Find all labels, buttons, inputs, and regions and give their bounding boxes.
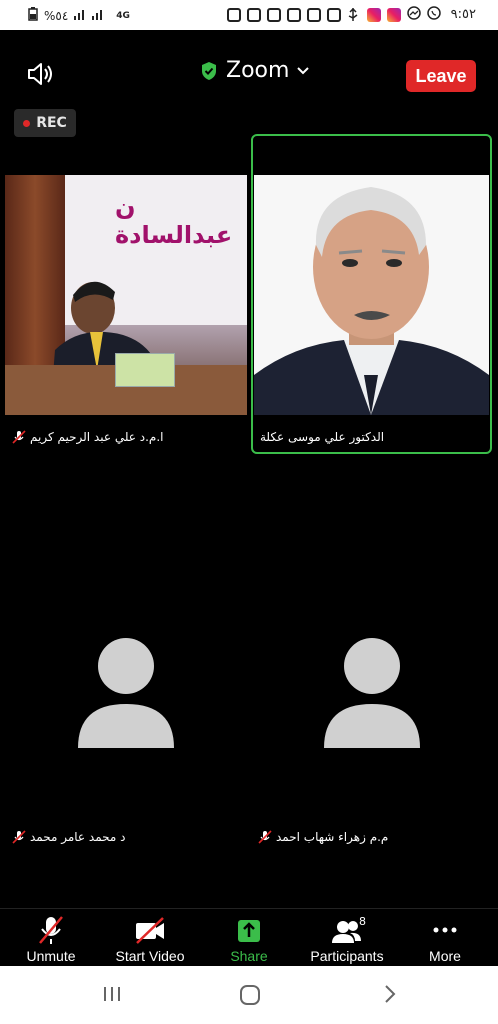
participant-name-1: ا.م.د علي عبد الرحيم كريم xyxy=(12,430,164,444)
leave-button[interactable]: Leave xyxy=(406,60,476,92)
share-button[interactable]: Share xyxy=(199,909,299,967)
more-icon xyxy=(433,927,457,933)
recent-apps-icon[interactable] xyxy=(102,984,122,1004)
participants-button[interactable]: 8 Participants xyxy=(297,909,397,967)
status-bar: %٥٤ 4G ٩:٥٢ xyxy=(0,0,498,30)
hand-icon xyxy=(246,7,261,22)
participants-label: Participants xyxy=(310,948,384,964)
shield-icon xyxy=(202,61,216,80)
participant-name-4: م.م زهراء شهاب احمد xyxy=(258,830,388,844)
share-icon xyxy=(238,920,260,942)
battery-icon xyxy=(28,7,38,24)
participant-name-text: الدكتور علي موسى عكلة xyxy=(260,430,385,444)
participants-count-badge: 8 xyxy=(359,915,366,928)
participant-name-text: م.م زهراء شهاب احمد xyxy=(276,830,389,844)
system-nav-bar xyxy=(0,966,498,1024)
participant-name-3: د محمد عامر محمد xyxy=(12,830,125,844)
network-text: 4G xyxy=(116,10,130,21)
participant-name-text: ا.م.د علي عبد الرحيم كريم xyxy=(30,430,164,444)
clock-time: ٩:٥٢ xyxy=(450,7,476,22)
battery-text: %٥٤ xyxy=(44,8,69,23)
name-plate xyxy=(115,353,175,387)
messenger-icon xyxy=(406,6,421,23)
back-icon[interactable] xyxy=(380,984,400,1004)
notification-icon xyxy=(306,7,321,22)
speaker-icon[interactable] xyxy=(26,60,58,88)
avatar-placeholder-icon xyxy=(78,638,174,748)
start-video-button[interactable]: Start Video xyxy=(100,909,200,967)
avatar-placeholder-icon xyxy=(324,638,420,748)
whatsapp-icon xyxy=(426,6,441,23)
instagram-icon xyxy=(386,7,401,22)
signal-icon xyxy=(74,8,110,23)
meeting-top-bar: Zoom Leave xyxy=(0,44,498,104)
muted-mic-icon xyxy=(12,430,26,444)
app-icon xyxy=(226,7,241,22)
camera-icon xyxy=(286,7,301,22)
usb-icon xyxy=(347,7,361,22)
muted-mic-icon xyxy=(39,916,63,944)
meeting-title-text: Zoom xyxy=(226,58,290,83)
app-icon xyxy=(326,7,341,22)
home-icon[interactable] xyxy=(239,984,261,1006)
person-portrait xyxy=(254,187,489,415)
rec-label: REC xyxy=(36,115,67,131)
share-label: Share xyxy=(230,948,268,964)
instagram-icon xyxy=(366,7,381,22)
unmute-button[interactable]: Unmute xyxy=(1,909,101,967)
muted-mic-icon xyxy=(258,830,272,844)
participant-name-2: الدكتور علي موسى عكلة xyxy=(260,430,384,444)
record-dot-icon xyxy=(23,119,31,127)
recording-badge: REC xyxy=(14,109,76,137)
status-left: %٥٤ 4G xyxy=(28,7,130,24)
more-label: More xyxy=(429,948,461,964)
muted-mic-icon xyxy=(12,830,26,844)
video-off-icon xyxy=(136,917,164,944)
participant-name-text: د محمد عامر محمد xyxy=(30,830,126,844)
unmute-label: Unmute xyxy=(26,948,76,964)
participant-video-2 xyxy=(254,175,489,415)
participant-video-1: ن عبدالسادة xyxy=(5,175,247,415)
chevron-down-icon xyxy=(297,66,310,74)
meeting-toolbar: Unmute Start Video Share 8 Participants xyxy=(0,908,498,967)
meeting-title[interactable]: Zoom xyxy=(200,58,310,83)
status-right: ٩:٥٢ xyxy=(226,6,476,23)
start-video-label: Start Video xyxy=(115,948,185,964)
banner-text: ن عبدالسادة xyxy=(115,193,233,249)
more-button[interactable]: More xyxy=(395,909,495,967)
gallery-icon xyxy=(266,7,281,22)
